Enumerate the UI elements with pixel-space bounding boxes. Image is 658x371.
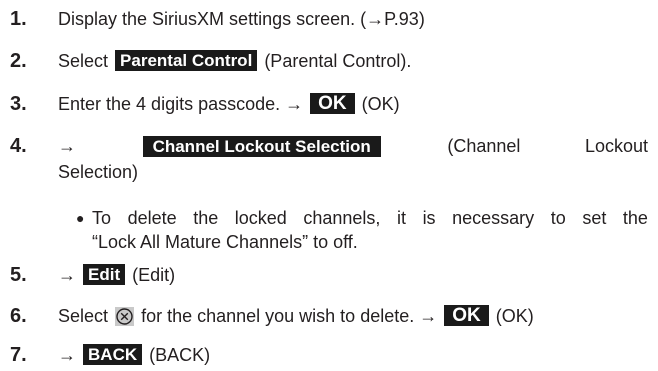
step-number: 3. bbox=[10, 93, 27, 115]
note-word: is bbox=[422, 208, 436, 228]
step-number: 7. bbox=[10, 344, 27, 366]
step-text: Enter the 4 digits passcode. → OK (OK) bbox=[58, 91, 648, 117]
note-word: to bbox=[550, 208, 566, 228]
back-button[interactable]: BACK bbox=[83, 344, 143, 365]
step-6-after: (OK) bbox=[495, 306, 534, 326]
note-text: To delete the locked channels, it is nec… bbox=[92, 206, 648, 254]
step-2-before: Select bbox=[58, 51, 109, 71]
channel-lockout-selection-button[interactable]: Channel Lockout Selection bbox=[142, 135, 381, 157]
note-word: set bbox=[582, 208, 607, 228]
step-3-before: Enter the 4 digits passcode. → bbox=[58, 94, 304, 114]
note-word: it bbox=[397, 208, 406, 228]
note-word: the bbox=[622, 208, 648, 228]
step-4-after-word-2: Lockout bbox=[584, 136, 648, 156]
note: ● To delete the locked channels, it is n… bbox=[76, 206, 648, 254]
arrow-icon: → bbox=[58, 136, 76, 156]
step-6-middle: for the channel you wish to delete. → bbox=[141, 306, 438, 326]
step-6-before: Select bbox=[58, 306, 109, 326]
arrow-icon: → bbox=[58, 265, 76, 285]
step-number: 2. bbox=[10, 50, 27, 72]
step-number: 4. bbox=[10, 135, 27, 157]
step-number: 5. bbox=[10, 264, 27, 286]
step-3-after: (OK) bbox=[361, 94, 400, 114]
step-text: → Channel Lockout Selection (Channel Loc… bbox=[58, 133, 648, 185]
instruction-page: 1. Display the SiriusXM settings screen.… bbox=[0, 0, 658, 371]
step-text: Select for the channel you wish to delet… bbox=[58, 303, 648, 329]
note-word: To bbox=[92, 208, 112, 228]
step-text: → BACK (BACK) bbox=[58, 342, 648, 368]
step-4-line-2: Selection) bbox=[58, 162, 139, 182]
note-word: necessary bbox=[452, 208, 535, 228]
note-word: locked bbox=[234, 208, 287, 228]
arrow-icon: → bbox=[58, 345, 76, 365]
step-number: 6. bbox=[10, 305, 27, 327]
parental-control-button[interactable]: Parental Control bbox=[115, 50, 258, 71]
edit-button[interactable]: Edit bbox=[83, 264, 126, 285]
ok-button[interactable]: OK bbox=[444, 305, 489, 326]
step-text: Display the SiriusXM settings screen. (→… bbox=[58, 6, 648, 32]
step-text: → Edit (Edit) bbox=[58, 262, 648, 288]
ok-button[interactable]: OK bbox=[310, 93, 355, 114]
step-5-after: (Edit) bbox=[132, 265, 176, 285]
step-1-text: Display the SiriusXM settings screen. (→… bbox=[58, 9, 425, 29]
step-number: 1. bbox=[10, 8, 27, 30]
note-line-2: “Lock All Mature Channels” to off. bbox=[92, 232, 358, 252]
step-text: Select Parental Control (Parental Contro… bbox=[58, 48, 648, 74]
circle-x-icon[interactable] bbox=[115, 307, 135, 326]
bullet-icon: ● bbox=[76, 210, 85, 226]
note-word: channels, bbox=[303, 208, 381, 228]
step-7-after: (BACK) bbox=[149, 345, 211, 365]
step-4-after-word-1: (Channel bbox=[447, 136, 521, 156]
note-line-1: To delete the locked channels, it is nec… bbox=[92, 206, 648, 230]
note-word: the bbox=[193, 208, 219, 228]
note-word: delete bbox=[127, 208, 177, 228]
step-2-after: (Parental Control). bbox=[264, 51, 412, 71]
step-4-line-1: → Channel Lockout Selection (Channel Loc… bbox=[58, 133, 648, 159]
